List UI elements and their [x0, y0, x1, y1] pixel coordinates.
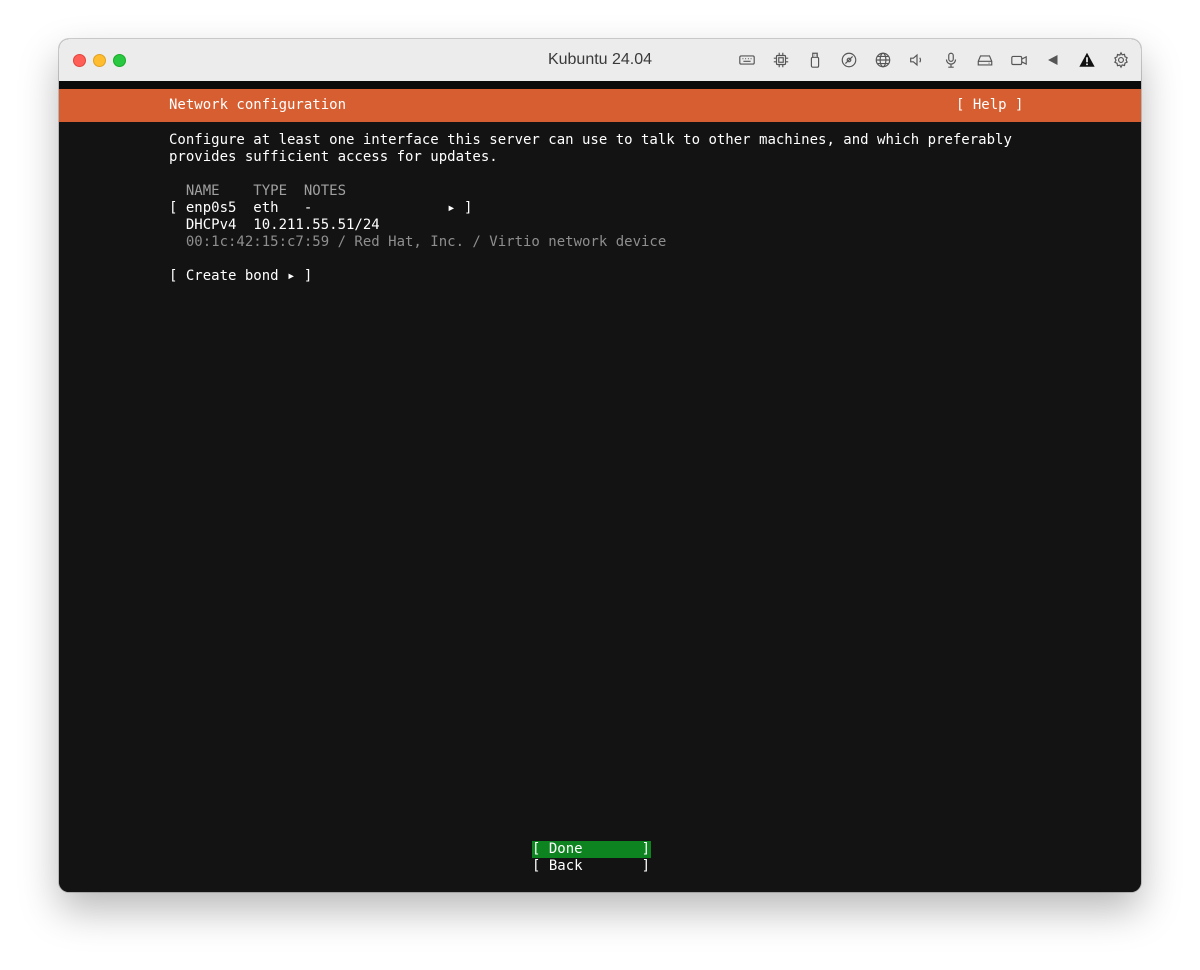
- speaker-icon[interactable]: [907, 50, 927, 70]
- description-line-2: provides sufficient access for updates.: [169, 149, 498, 165]
- screen-top-border: [59, 81, 1141, 89]
- network-globe-icon[interactable]: [873, 50, 893, 70]
- help-button[interactable]: [ Help ]: [956, 97, 1023, 113]
- installer-screen: Network configuration [ Help ] Configure…: [59, 89, 1141, 892]
- usb-icon[interactable]: [805, 50, 825, 70]
- camera-icon[interactable]: [1009, 50, 1029, 70]
- microphone-icon[interactable]: [941, 50, 961, 70]
- page-title: Network configuration: [169, 97, 347, 113]
- description-line-1: Configure at least one interface this se…: [169, 132, 1012, 148]
- keyboard-icon[interactable]: [737, 50, 757, 70]
- installer-header: Network configuration [ Help ]: [59, 89, 1141, 122]
- arrow-left-icon[interactable]: [1043, 50, 1063, 70]
- cpu-icon[interactable]: [771, 50, 791, 70]
- interface-hardware-row: 00:1c:42:15:c7:59 / Red Hat, Inc. / Virt…: [169, 234, 667, 250]
- gear-icon[interactable]: [1111, 50, 1131, 70]
- table-header: NAME TYPE NOTES: [169, 183, 347, 199]
- warning-icon[interactable]: [1077, 50, 1097, 70]
- create-bond-button[interactable]: [ Create bond ▸ ]: [169, 268, 312, 285]
- disc-icon[interactable]: [839, 50, 859, 70]
- back-button[interactable]: [ Back ]: [532, 858, 651, 875]
- vm-toolbar: [723, 50, 1131, 70]
- vm-window: Kubuntu 24.04 Network configuration [He…: [59, 39, 1141, 892]
- done-button[interactable]: [ Done ]: [532, 841, 651, 858]
- title-bar: Kubuntu 24.04: [59, 39, 1141, 82]
- interface-dhcp-row: DHCPv4 10.211.55.51/24: [169, 217, 380, 233]
- interface-row-enp0s5[interactable]: [ enp0s5 eth - ▸ ]: [169, 200, 472, 217]
- description: Configure at least one interface this se…: [169, 132, 1012, 166]
- drive-icon[interactable]: [975, 50, 995, 70]
